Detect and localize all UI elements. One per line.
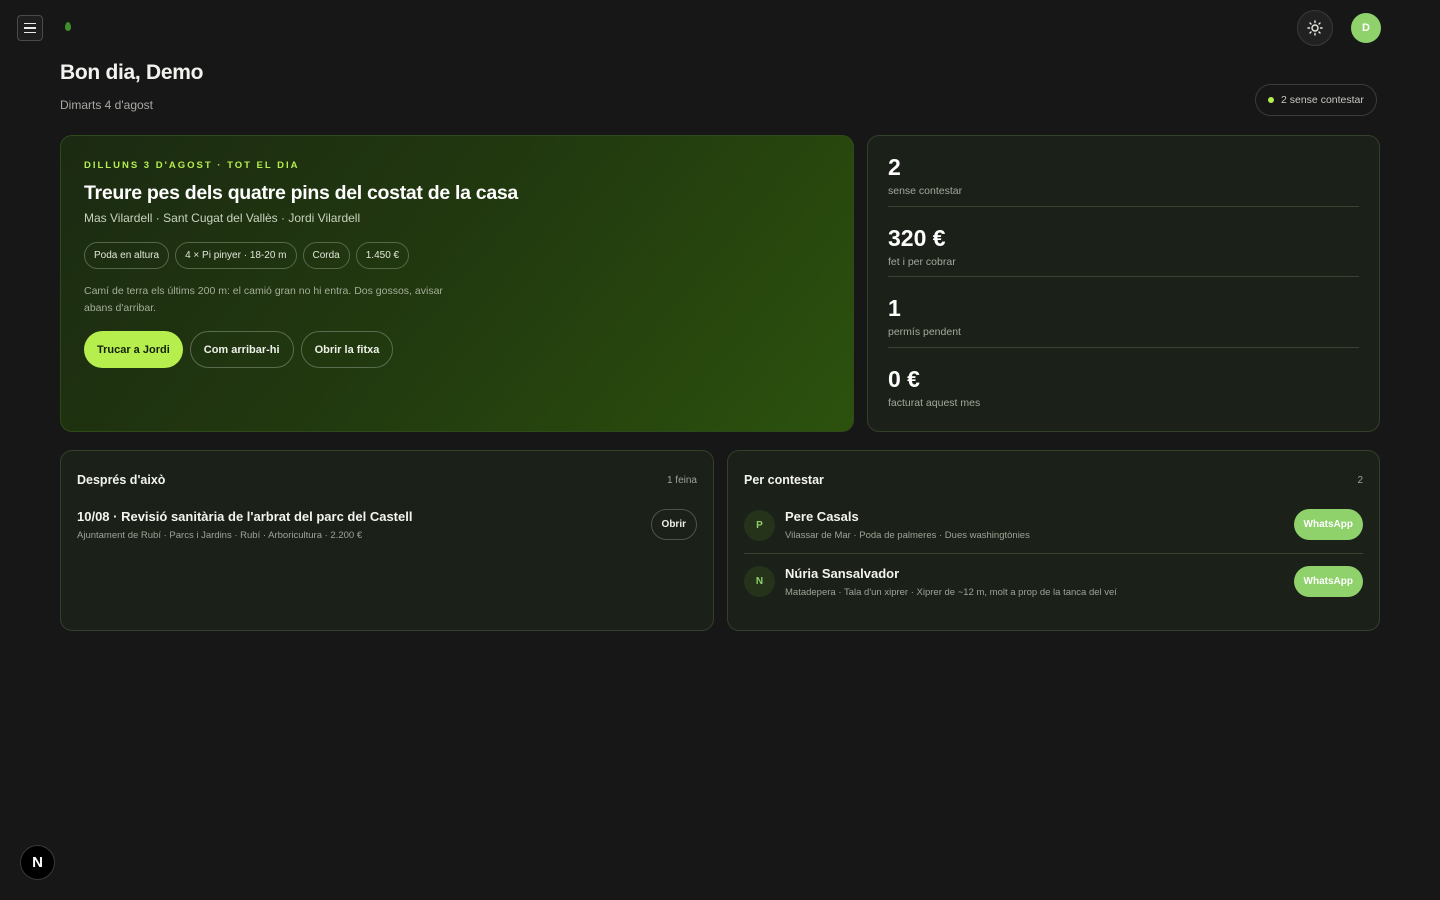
stat-label: fet i per cobrar <box>888 255 956 268</box>
job-price-tag: 1.450 € <box>355 242 410 269</box>
stat-unanswered[interactable]: 2 sense contestar <box>888 136 1359 207</box>
directions-button[interactable]: Com arribar-hi <box>189 331 294 368</box>
job-tags: Poda en altura 4 × Pi pinyer · 18-20 m C… <box>84 242 830 269</box>
status-pill-label: 2 sense contestar <box>1281 94 1364 106</box>
panel-count: 2 <box>1357 474 1363 486</box>
contact-avatar: P <box>744 509 775 541</box>
panel-header: Després d'això 1 feina <box>77 471 697 489</box>
open-file-button[interactable]: Obrir la fitxa <box>300 331 394 368</box>
current-date: Dimarts 4 d'agost <box>60 98 153 112</box>
stat-value: 320 € <box>888 224 946 251</box>
contact-name: Pere Casals <box>785 509 859 524</box>
menu-icon[interactable] <box>17 15 43 41</box>
stat-label: facturat aquest mes <box>888 396 981 409</box>
panel-title: Després d'això <box>77 473 166 487</box>
stat-billed-month[interactable]: 0 € facturat aquest mes <box>888 348 1359 419</box>
status-dot-icon <box>1268 97 1274 103</box>
job-tag: 4 × Pi pinyer · 18-20 m <box>175 242 297 269</box>
to-answer-panel: Per contestar 2 P Pere Casals Vilassar d… <box>727 450 1380 631</box>
next-jobs-panel: Després d'això 1 feina 10/08 · Revisió s… <box>60 450 714 631</box>
stat-to-collect[interactable]: 320 € fet i per cobrar <box>888 207 1359 277</box>
stat-label: permís pendent <box>888 326 961 338</box>
panel-title: Per contestar <box>744 473 824 487</box>
job-actions: Trucar a Jordi Com arribar-hi Obrir la f… <box>84 331 830 368</box>
user-avatar[interactable]: D <box>1351 13 1381 43</box>
contact-list: P Pere Casals Vilassar de Mar · Poda de … <box>744 497 1363 609</box>
job-date-kicker: DILLUNS 3 D'AGOST · TOT EL DIA <box>84 160 300 171</box>
job-location: Mas Vilardell · Sant Cugat del Vallès · … <box>84 211 361 225</box>
open-job-button[interactable]: Obrir <box>650 509 697 540</box>
leaf-icon <box>65 22 71 31</box>
job-note: Camí de terra els últims 200 m: el camió… <box>84 285 443 314</box>
stat-label: sense contestar <box>888 185 963 197</box>
stat-value: 2 <box>888 154 901 180</box>
stats-card: 2 sense contestar 320 € fet i per cobrar… <box>867 135 1380 432</box>
today-job-card: DILLUNS 3 D'AGOST · TOT EL DIA Treure pe… <box>60 135 854 432</box>
theme-toggle-button[interactable] <box>1297 10 1333 46</box>
whatsapp-button[interactable]: WhatsApp <box>1293 509 1363 540</box>
panel-header: Per contestar 2 <box>744 471 1363 489</box>
list-item: N Núria Sansalvador Matadepera · Tala d'… <box>744 553 1363 609</box>
sun-icon <box>1307 20 1323 36</box>
whatsapp-button[interactable]: WhatsApp <box>1293 566 1363 597</box>
stat-pending-permits[interactable]: 1 permís pendent <box>888 277 1359 348</box>
list-item: P Pere Casals Vilassar de Mar · Poda de … <box>744 497 1363 553</box>
top-bar: D <box>0 0 1440 56</box>
page-title: Bon dia, Demo <box>60 61 204 84</box>
contact-meta: Matadepera · Tala d'un xiprer · Xiprer d… <box>785 586 1117 598</box>
next-job-meta: Ajuntament de Rubí · Parcs i Jardins · R… <box>77 530 363 541</box>
unanswered-status-pill[interactable]: 2 sense contestar <box>1255 84 1377 116</box>
call-client-button[interactable]: Trucar a Jordi <box>84 331 183 368</box>
job-tag: Corda <box>302 242 350 269</box>
stat-value: 0 € <box>888 365 920 392</box>
job-tag: Poda en altura <box>84 242 170 269</box>
job-title: Treure pes dels quatre pins del costat d… <box>84 182 518 204</box>
contact-avatar: N <box>744 566 775 597</box>
contact-meta: Vilassar de Mar · Poda de palmeres · Due… <box>785 530 1030 541</box>
stat-value: 1 <box>888 295 901 321</box>
panel-count: 1 feina <box>666 474 697 486</box>
dev-tools-badge[interactable]: N <box>20 845 55 880</box>
list-item: 10/08 · Revisió sanitària de l'arbrat de… <box>77 509 697 545</box>
contact-name: Núria Sansalvador <box>785 565 900 581</box>
next-job-title: 10/08 · Revisió sanitària de l'arbrat de… <box>77 509 413 524</box>
